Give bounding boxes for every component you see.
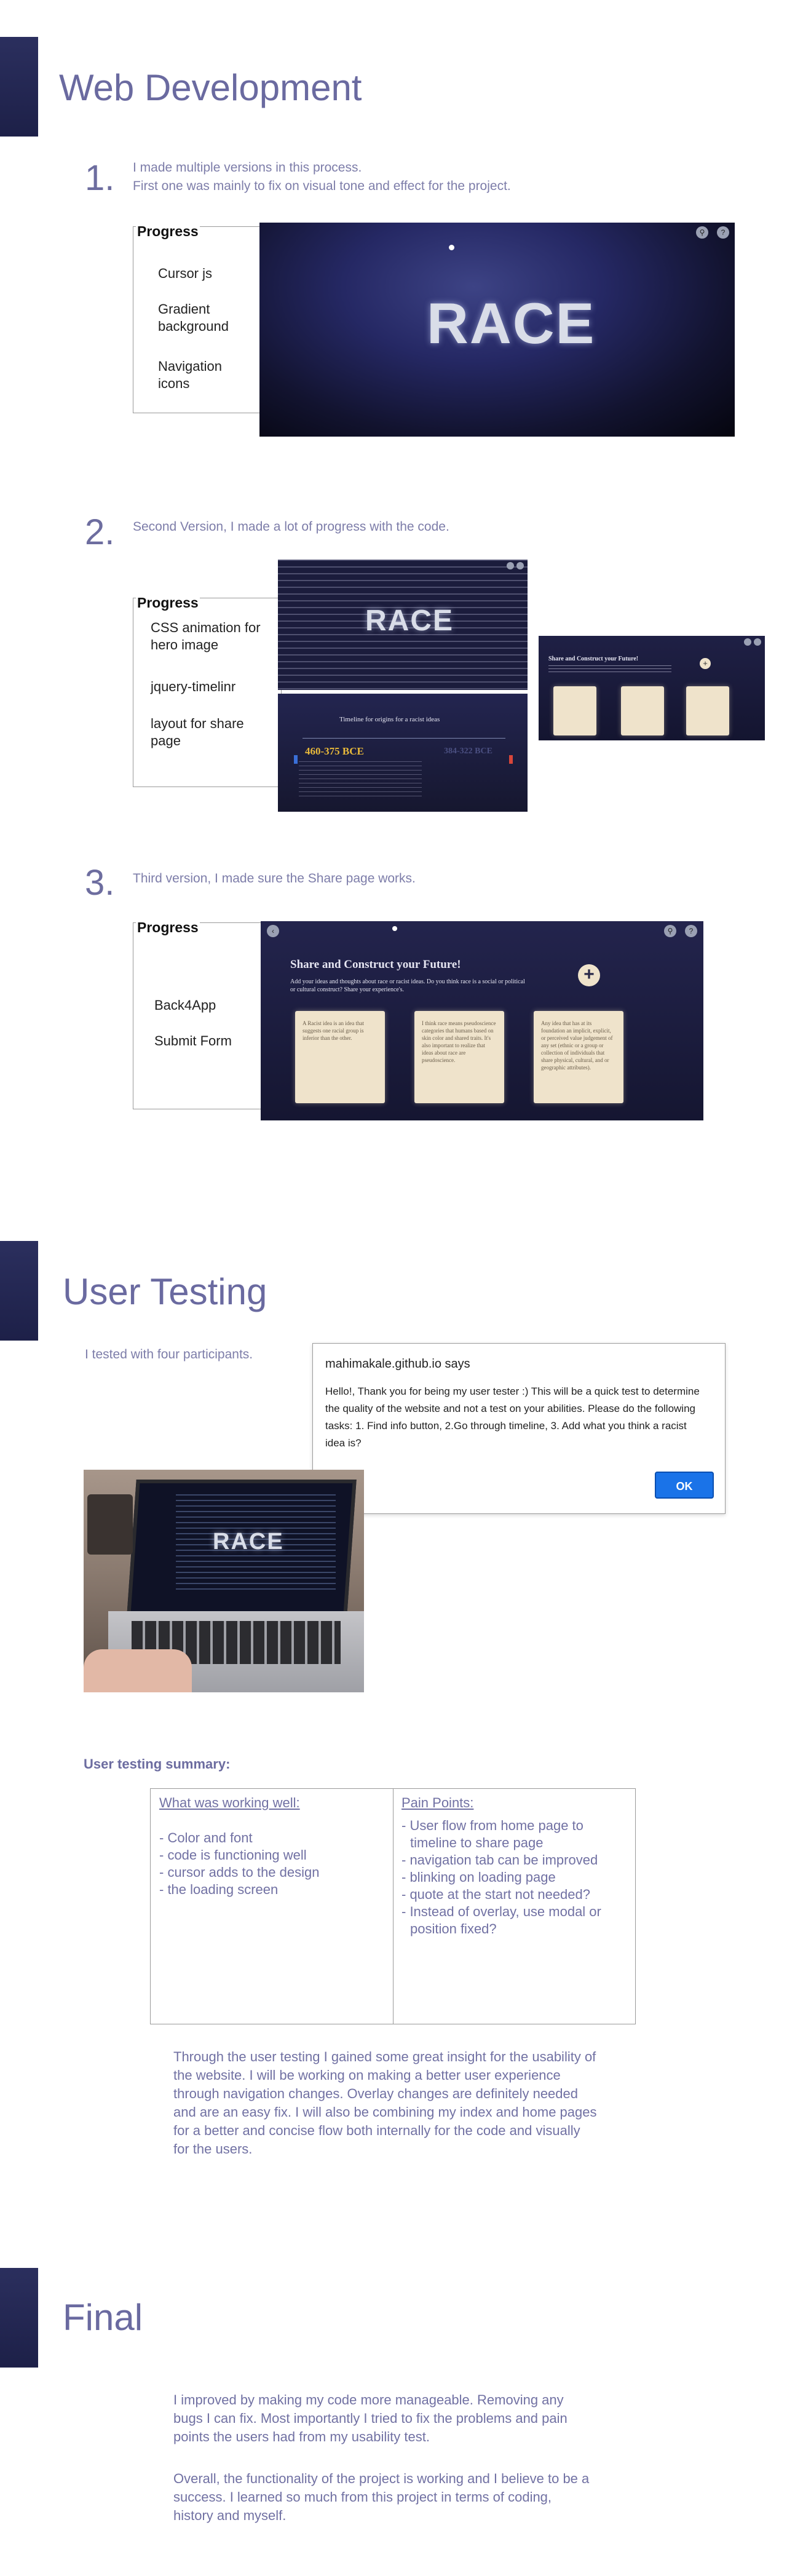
- screenshot-css-animation: RACE: [278, 560, 528, 690]
- share-title: Share and Construct your Future!: [548, 656, 639, 662]
- cursor-dot: [392, 926, 397, 931]
- idea-card: [621, 686, 664, 735]
- phone: [87, 1494, 133, 1555]
- progress-item: Back4App: [154, 997, 216, 1013]
- idea-card: [553, 686, 596, 735]
- back-icon[interactable]: ‹: [267, 925, 279, 937]
- idea-card: A Racist idea is an idea that suggests o…: [295, 1011, 385, 1103]
- step-number: 3.: [85, 863, 115, 903]
- section-title-web-development: Web Development: [59, 67, 362, 108]
- info-icon[interactable]: [516, 562, 524, 569]
- progress-item: CSS animation for hero image: [151, 620, 261, 652]
- section-accent-bar: [0, 2268, 38, 2368]
- list-item: - blinking on loading page: [401, 1869, 556, 1885]
- dialog-origin: mahimakale.github.io says: [325, 1357, 470, 1371]
- navigation-icon[interactable]: [744, 638, 751, 646]
- list-item: - Instead of overlay, use modal or posit…: [401, 1904, 601, 1936]
- section-accent-bar: [0, 1241, 38, 1341]
- step-description: Third version, I made sure the Share pag…: [133, 871, 416, 886]
- final-paragraph: Overall, the functionality of the projec…: [173, 2471, 590, 2523]
- table-divider: [393, 1789, 394, 2024]
- timeline-text-texture: [299, 761, 422, 798]
- section-title-final: Final: [63, 2297, 143, 2338]
- list-item: - Color and font: [159, 1830, 253, 1845]
- hero-word: RACE: [213, 1529, 284, 1555]
- step-number: 1.: [85, 158, 115, 198]
- step-description-line: First one was mainly to fix on visual to…: [133, 179, 511, 193]
- navigation-icon[interactable]: ⚲: [664, 925, 676, 937]
- section-accent-bar: [0, 37, 38, 137]
- timeline-next-arrow[interactable]: [509, 755, 513, 764]
- dialog-ok-button[interactable]: OK: [655, 1472, 714, 1499]
- user-testing-intro: I tested with four participants.: [85, 1347, 253, 1361]
- timeline-date-right: 384-322 BCE: [444, 747, 492, 756]
- step-description-line: I made multiple versions in this process…: [133, 161, 362, 175]
- add-idea-icon[interactable]: +: [700, 658, 711, 669]
- pain-heading: Pain Points:: [401, 1795, 474, 1810]
- idea-card: [686, 686, 729, 735]
- user-testing-photo: RACE: [84, 1470, 364, 1692]
- progress-box: Progress Cursor js Gradient background N…: [133, 223, 263, 413]
- progress-item: Cursor js: [158, 266, 213, 281]
- screenshot-share-page: ‹ ⚲ ? Share and Construct your Future! A…: [261, 921, 703, 1120]
- share-title: Share and Construct your Future!: [290, 958, 461, 971]
- summary-table: What was working well: - Color and font …: [150, 1788, 636, 2024]
- final-paragraph: I improved by making my code more manage…: [173, 2392, 568, 2444]
- list-item: - the loading screen: [159, 1882, 279, 1897]
- list-item: - code is functioning well: [159, 1847, 307, 1863]
- add-idea-icon[interactable]: +: [578, 964, 600, 986]
- dialog-message: Hello!, Thank you for being my user test…: [325, 1385, 700, 1449]
- user-testing-conclusion: Through the user testing I gained some g…: [173, 2049, 597, 2157]
- step-description: Second Version, I made a lot of progress…: [133, 520, 449, 534]
- info-icon[interactable]: ?: [685, 925, 697, 937]
- list-item: - User flow from home page to timeline t…: [401, 1818, 583, 1850]
- idea-card: I think race means pseudoscience categor…: [414, 1011, 504, 1103]
- progress-title: Progress: [136, 223, 200, 240]
- step-number: 2.: [85, 512, 115, 552]
- screenshot-version-1: ⚲ ? RACE: [259, 223, 735, 437]
- progress-item: jquery-timelinr: [151, 679, 236, 694]
- progress-title: Progress: [136, 919, 200, 936]
- info-icon[interactable]: [754, 638, 761, 646]
- screenshot-timeline: Timeline for origins for a racist ideas …: [278, 694, 528, 812]
- timeline-title: Timeline for origins for a racist ideas: [339, 716, 440, 723]
- summary-heading: User testing summary:: [84, 1756, 231, 1772]
- share-subtitle: Add your ideas and thoughts about race o…: [290, 978, 525, 993]
- hand: [84, 1649, 192, 1692]
- share-subtitle-texture: [548, 665, 671, 673]
- progress-item: layout for share page: [151, 716, 244, 748]
- cursor-dot: [449, 245, 454, 250]
- timeline-date-left: 460-375 BCE: [305, 745, 364, 757]
- alert-dialog: mahimakale.github.io says Hello!, Thank …: [312, 1343, 726, 1514]
- step-description: I made multiple versions in this process…: [133, 159, 511, 196]
- progress-item: Submit Form: [154, 1033, 232, 1048]
- screenshot-share-layout: Share and Construct your Future! +: [539, 636, 765, 740]
- navigation-icon[interactable]: [507, 562, 514, 569]
- timeline-axis: [303, 738, 505, 739]
- well-heading: What was working well:: [159, 1795, 300, 1810]
- section-title-user-testing: User Testing: [63, 1271, 267, 1312]
- list-item: - quote at the start not needed?: [401, 1887, 591, 1902]
- progress-box: Progress CSS animation for hero image jq…: [133, 595, 282, 787]
- progress-title: Progress: [136, 595, 200, 611]
- idea-card: Any idea that has at its foundation an i…: [534, 1011, 623, 1103]
- progress-item: Gradient background: [158, 301, 229, 334]
- pain-list: - User flow from home page to timeline t…: [401, 1817, 629, 1938]
- progress-item: Navigation icons: [158, 359, 222, 391]
- well-list: - Color and font - code is functioning w…: [159, 1829, 319, 1898]
- timeline-prev-arrow[interactable]: [294, 755, 298, 764]
- list-item: - cursor adds to the design: [159, 1865, 320, 1880]
- info-icon[interactable]: ?: [717, 226, 729, 239]
- list-item: - navigation tab can be improved: [401, 1852, 598, 1868]
- hero-word: RACE: [427, 291, 596, 355]
- progress-box: Progress Back4App Submit Form: [133, 919, 267, 1109]
- hero-word: RACE: [365, 604, 454, 637]
- navigation-icon[interactable]: ⚲: [696, 226, 708, 239]
